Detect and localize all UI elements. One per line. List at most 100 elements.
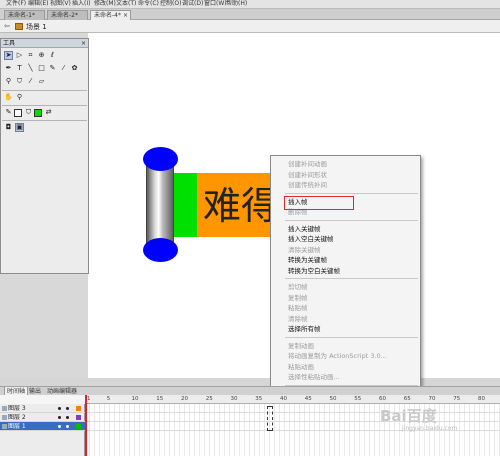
menu-item[interactable]: 窗口(W) — [204, 0, 227, 8]
lock-icon[interactable] — [66, 407, 69, 410]
roller-top-cap[interactable] — [143, 147, 178, 171]
outline-color-icon[interactable] — [76, 406, 81, 411]
visibility-icon[interactable] — [58, 416, 61, 419]
fill-color-swatch[interactable] — [34, 109, 42, 117]
hand-tool-icon[interactable]: ✋ — [4, 93, 13, 102]
green-strip[interactable] — [174, 173, 198, 237]
brush-tool-icon[interactable]: ⁄ — [59, 64, 68, 73]
menu-item-4-0: 复制动画 — [288, 341, 314, 350]
paint-bucket-tool-icon[interactable]: ⛉ — [15, 77, 24, 86]
menu-item[interactable]: 文件(F) — [6, 0, 26, 8]
layer-name: 图层 2 — [8, 414, 26, 421]
menu-item-2-3[interactable]: 转换为关键帧 — [288, 255, 327, 265]
frame-number: 45 — [304, 396, 312, 402]
frame-number: 35 — [255, 396, 263, 402]
menu-item-3-0: 剪切帧 — [288, 283, 308, 291]
fill-color-icon[interactable]: ⛉ — [24, 108, 33, 117]
tools-panel-title[interactable]: 工具 — [1, 39, 88, 48]
menu-item[interactable]: 文本(T) — [116, 0, 136, 8]
back-arrow-icon[interactable]: ⇦ — [4, 22, 10, 30]
scene-label[interactable]: 场景 1 — [26, 22, 47, 32]
lock-icon[interactable] — [66, 416, 69, 419]
deco-tool-icon[interactable]: ✿ — [70, 64, 79, 73]
zoom-tool-icon[interactable]: ⚲ — [15, 93, 24, 102]
menu-item-2-2: 清除关键帧 — [288, 245, 321, 254]
swap-colors-icon[interactable]: ⇄ — [44, 108, 53, 117]
pen-tool-icon[interactable]: ✒ — [4, 64, 13, 73]
highlight-box — [284, 196, 354, 210]
scroll-roller[interactable] — [146, 163, 174, 247]
lasso-tool-icon[interactable]: ℓ — [48, 51, 57, 60]
banner-text[interactable]: 难得 — [203, 183, 279, 229]
document-tab[interactable]: 未命名-4* × — [90, 10, 131, 20]
menu-item-2-0[interactable]: 插入关键帧 — [288, 224, 321, 234]
menu-item[interactable]: 帮助(H) — [226, 0, 247, 8]
divider — [2, 105, 87, 106]
frame-number: 15 — [156, 396, 164, 402]
frame-number: 25 — [205, 396, 213, 402]
frame-number: 40 — [280, 396, 288, 402]
eraser-tool-icon[interactable]: ▱ — [37, 77, 46, 86]
layer-row[interactable]: 图层 3 — [0, 404, 85, 413]
visibility-icon[interactable] — [58, 425, 61, 428]
menu-item[interactable]: 编辑(E) — [28, 0, 48, 8]
frame-number: 30 — [230, 396, 238, 402]
layer-row[interactable]: 图层 2 — [0, 413, 85, 422]
scene-bar: ⇦ 场景 1 — [0, 20, 500, 33]
menu-item[interactable]: 调试(D) — [182, 0, 203, 8]
menu-item[interactable]: 插入(I) — [72, 0, 90, 8]
watermark-url: jingyan.baidu.com — [402, 425, 458, 432]
document-tab-label: 未命名-2* — [51, 12, 78, 19]
outline-color-icon[interactable] — [76, 424, 81, 429]
divider — [2, 90, 87, 91]
pencil-tool-icon[interactable]: ✎ — [48, 64, 57, 73]
line-tool-icon[interactable]: ╲ — [26, 64, 35, 73]
menu-separator — [285, 278, 418, 279]
text-tool-icon[interactable]: T — [15, 64, 24, 73]
menu-item-0-0: 创建补间动画 — [288, 160, 327, 168]
menu-item-2-4[interactable]: 转换为空白关键帧 — [288, 266, 340, 276]
menu-item[interactable]: 视图(V) — [50, 0, 71, 8]
document-tab[interactable]: 未命名-1* — [4, 10, 45, 20]
stroke-color-icon[interactable]: ✎ — [4, 108, 13, 117]
watermark-logo: Bai百度 jingyan.baidu.com — [380, 405, 457, 432]
eyedropper-tool-icon[interactable]: ⁄ — [26, 77, 35, 86]
menu-item[interactable]: 修改(M) — [94, 0, 116, 8]
menu-item-3-4[interactable]: 选择所有帧 — [288, 324, 321, 334]
timeline-tab-strip: 时间轴 输出 动画编辑器 — [0, 386, 500, 396]
menu-separator — [285, 192, 418, 194]
frame-row[interactable] — [85, 413, 500, 422]
menu-item-4-2: 粘贴动画 — [288, 362, 314, 371]
layer-row[interactable]: 图层 1 — [0, 422, 85, 431]
stroke-color-swatch[interactable] — [14, 109, 22, 117]
bone-tool-icon[interactable]: ⚲ — [4, 77, 13, 86]
selection-tool-icon[interactable]: ➤ — [4, 51, 13, 60]
outline-color-icon[interactable] — [76, 415, 81, 420]
playhead[interactable] — [85, 395, 87, 456]
menu-item-0-2: 创建传统补间 — [288, 181, 327, 189]
3d-rotation-tool-icon[interactable]: ⊕ — [37, 51, 46, 60]
document-tab[interactable]: 未命名-2* — [47, 10, 88, 20]
lock-icon[interactable] — [66, 425, 69, 428]
close-icon[interactable]: × — [81, 39, 86, 48]
menu-item[interactable]: 控制(O) — [160, 0, 181, 8]
rectangle-tool-icon[interactable]: □ — [37, 64, 46, 73]
menu-separator — [285, 219, 418, 221]
close-icon[interactable]: × — [123, 11, 128, 20]
frame-row[interactable] — [85, 404, 500, 413]
free-transform-tool-icon[interactable]: ⌗ — [26, 51, 35, 60]
subselection-tool-icon[interactable]: ▷ — [15, 51, 24, 60]
frame-number: 80 — [478, 396, 486, 402]
selected-frames[interactable] — [267, 406, 273, 431]
layer-name: 图层 1 — [8, 423, 26, 430]
watermark-brand: Bai百度 — [380, 407, 437, 425]
menu-item-2-1[interactable]: 插入空白关键帧 — [288, 234, 334, 244]
menu-item[interactable]: 命令(C) — [138, 0, 159, 8]
smooth-option-icon[interactable]: ▣ — [15, 123, 24, 132]
snap-to-objects-icon[interactable]: ◘ — [4, 123, 13, 132]
visibility-icon[interactable] — [58, 407, 61, 410]
roller-bottom-cap[interactable] — [143, 238, 178, 262]
frame-ruler[interactable]: 1 5 10 15 20 25 30 35 40 45 50 55 60 65 70 75 80 — [85, 395, 500, 404]
menu-separator — [285, 336, 418, 338]
frame-number: 75 — [453, 396, 461, 402]
